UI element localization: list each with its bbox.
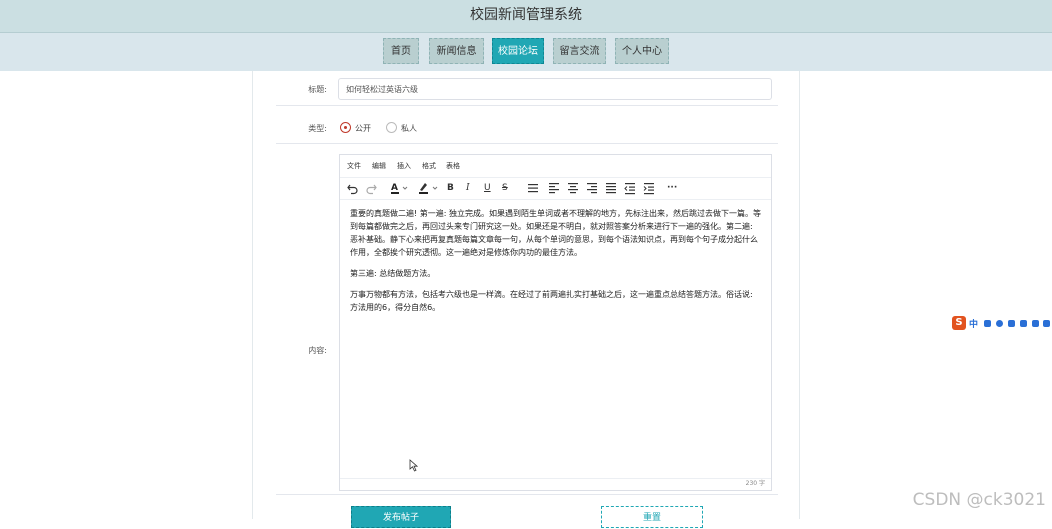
editor-menubar: 文件 编辑 插入 格式 表格 bbox=[340, 155, 771, 178]
editor-toolbar: A B I U S ··· bbox=[340, 177, 771, 200]
editor-content[interactable]: 重要的真题做二遍! 第一遍: 独立完成。如果遇到陌生单词或者不理解的地方，先标注… bbox=[350, 207, 762, 322]
content-paragraph: 重要的真题做二遍! 第一遍: 独立完成。如果遇到陌生单词或者不理解的地方，先标注… bbox=[350, 209, 761, 257]
nav-personal[interactable]: 个人中心 bbox=[615, 38, 669, 64]
title-label: 标题: bbox=[308, 85, 327, 94]
strikethrough-icon[interactable]: S bbox=[502, 180, 508, 196]
app-title: 校园新闻管理系统 bbox=[470, 7, 582, 23]
reset-button[interactable]: 重置 bbox=[601, 506, 703, 528]
divider bbox=[276, 105, 778, 106]
menu-format[interactable]: 格式 bbox=[422, 161, 436, 171]
nav-news[interactable]: 新闻信息 bbox=[429, 38, 484, 64]
page-margin-left bbox=[0, 71, 252, 519]
page-margin-right bbox=[800, 71, 1052, 519]
align-left-icon[interactable] bbox=[548, 180, 560, 196]
more-options-icon[interactable]: ··· bbox=[667, 180, 677, 196]
content-label: 内容: bbox=[308, 346, 327, 355]
indent-icon[interactable] bbox=[643, 180, 655, 196]
svg-text:A: A bbox=[391, 183, 398, 193]
undo-icon[interactable] bbox=[347, 180, 358, 196]
radio-public-label[interactable]: 公开 bbox=[355, 123, 371, 134]
menu-table[interactable]: 表格 bbox=[446, 161, 460, 171]
ime-language[interactable]: 中 bbox=[969, 317, 978, 330]
editor-statusbar: 230 字 bbox=[340, 478, 771, 490]
submit-button[interactable]: 发布帖子 bbox=[351, 506, 451, 528]
text-color-icon[interactable]: A bbox=[390, 180, 410, 196]
ime-skin-icon[interactable] bbox=[1043, 320, 1050, 327]
ime-toolbar[interactable]: S 中 bbox=[952, 316, 1052, 330]
content-paragraph: 第三遍: 总结做题方法。 bbox=[350, 269, 436, 278]
align-justify-icon[interactable] bbox=[605, 180, 617, 196]
align-center-icon[interactable] bbox=[567, 180, 579, 196]
rich-text-editor: 文件 编辑 插入 格式 表格 A B I U S ··· 重要的真题做二遍! 第… bbox=[339, 154, 772, 491]
align-right-icon[interactable] bbox=[586, 180, 598, 196]
menu-edit[interactable]: 编辑 bbox=[372, 161, 386, 171]
watermark: CSDN @ck3021 bbox=[912, 490, 1046, 510]
radio-public[interactable] bbox=[340, 122, 351, 133]
radio-private-label[interactable]: 私人 bbox=[401, 123, 417, 134]
list-icon[interactable] bbox=[527, 180, 539, 196]
main-nav: 首页 新闻信息 校园论坛 留言交流 个人中心 bbox=[0, 33, 1052, 71]
type-label: 类型: bbox=[308, 124, 327, 133]
outdent-icon[interactable] bbox=[624, 180, 636, 196]
content-paragraph: 万事万物都有方法，包括考六级也是一样滴。在经过了前两遍扎实打基础之后，这一遍重点… bbox=[350, 290, 753, 312]
title-input[interactable] bbox=[338, 78, 772, 100]
highlight-color-icon[interactable] bbox=[418, 180, 440, 196]
app-header: 校园新闻管理系统 bbox=[0, 0, 1052, 33]
ime-punctuation-icon[interactable] bbox=[984, 320, 991, 327]
mouse-cursor-icon bbox=[409, 457, 419, 476]
menu-file[interactable]: 文件 bbox=[347, 161, 361, 171]
underline-icon[interactable]: U bbox=[484, 180, 491, 196]
bold-icon[interactable]: B bbox=[447, 180, 454, 196]
ime-voice-icon[interactable] bbox=[1008, 320, 1015, 327]
ime-keyboard-icon[interactable] bbox=[1020, 320, 1027, 327]
nav-home[interactable]: 首页 bbox=[383, 38, 419, 64]
divider bbox=[276, 143, 778, 144]
ime-tools-icon[interactable] bbox=[1032, 320, 1039, 327]
nav-forum[interactable]: 校园论坛 bbox=[492, 38, 544, 64]
sogou-logo-icon[interactable]: S bbox=[952, 316, 966, 330]
nav-messages[interactable]: 留言交流 bbox=[553, 38, 606, 64]
menu-insert[interactable]: 插入 bbox=[397, 161, 411, 171]
radio-private[interactable] bbox=[386, 122, 397, 133]
word-count: 230 字 bbox=[745, 480, 765, 487]
divider bbox=[276, 494, 778, 495]
redo-icon[interactable] bbox=[366, 180, 377, 196]
ime-emoji-icon[interactable] bbox=[996, 320, 1003, 327]
italic-icon[interactable]: I bbox=[466, 180, 470, 196]
